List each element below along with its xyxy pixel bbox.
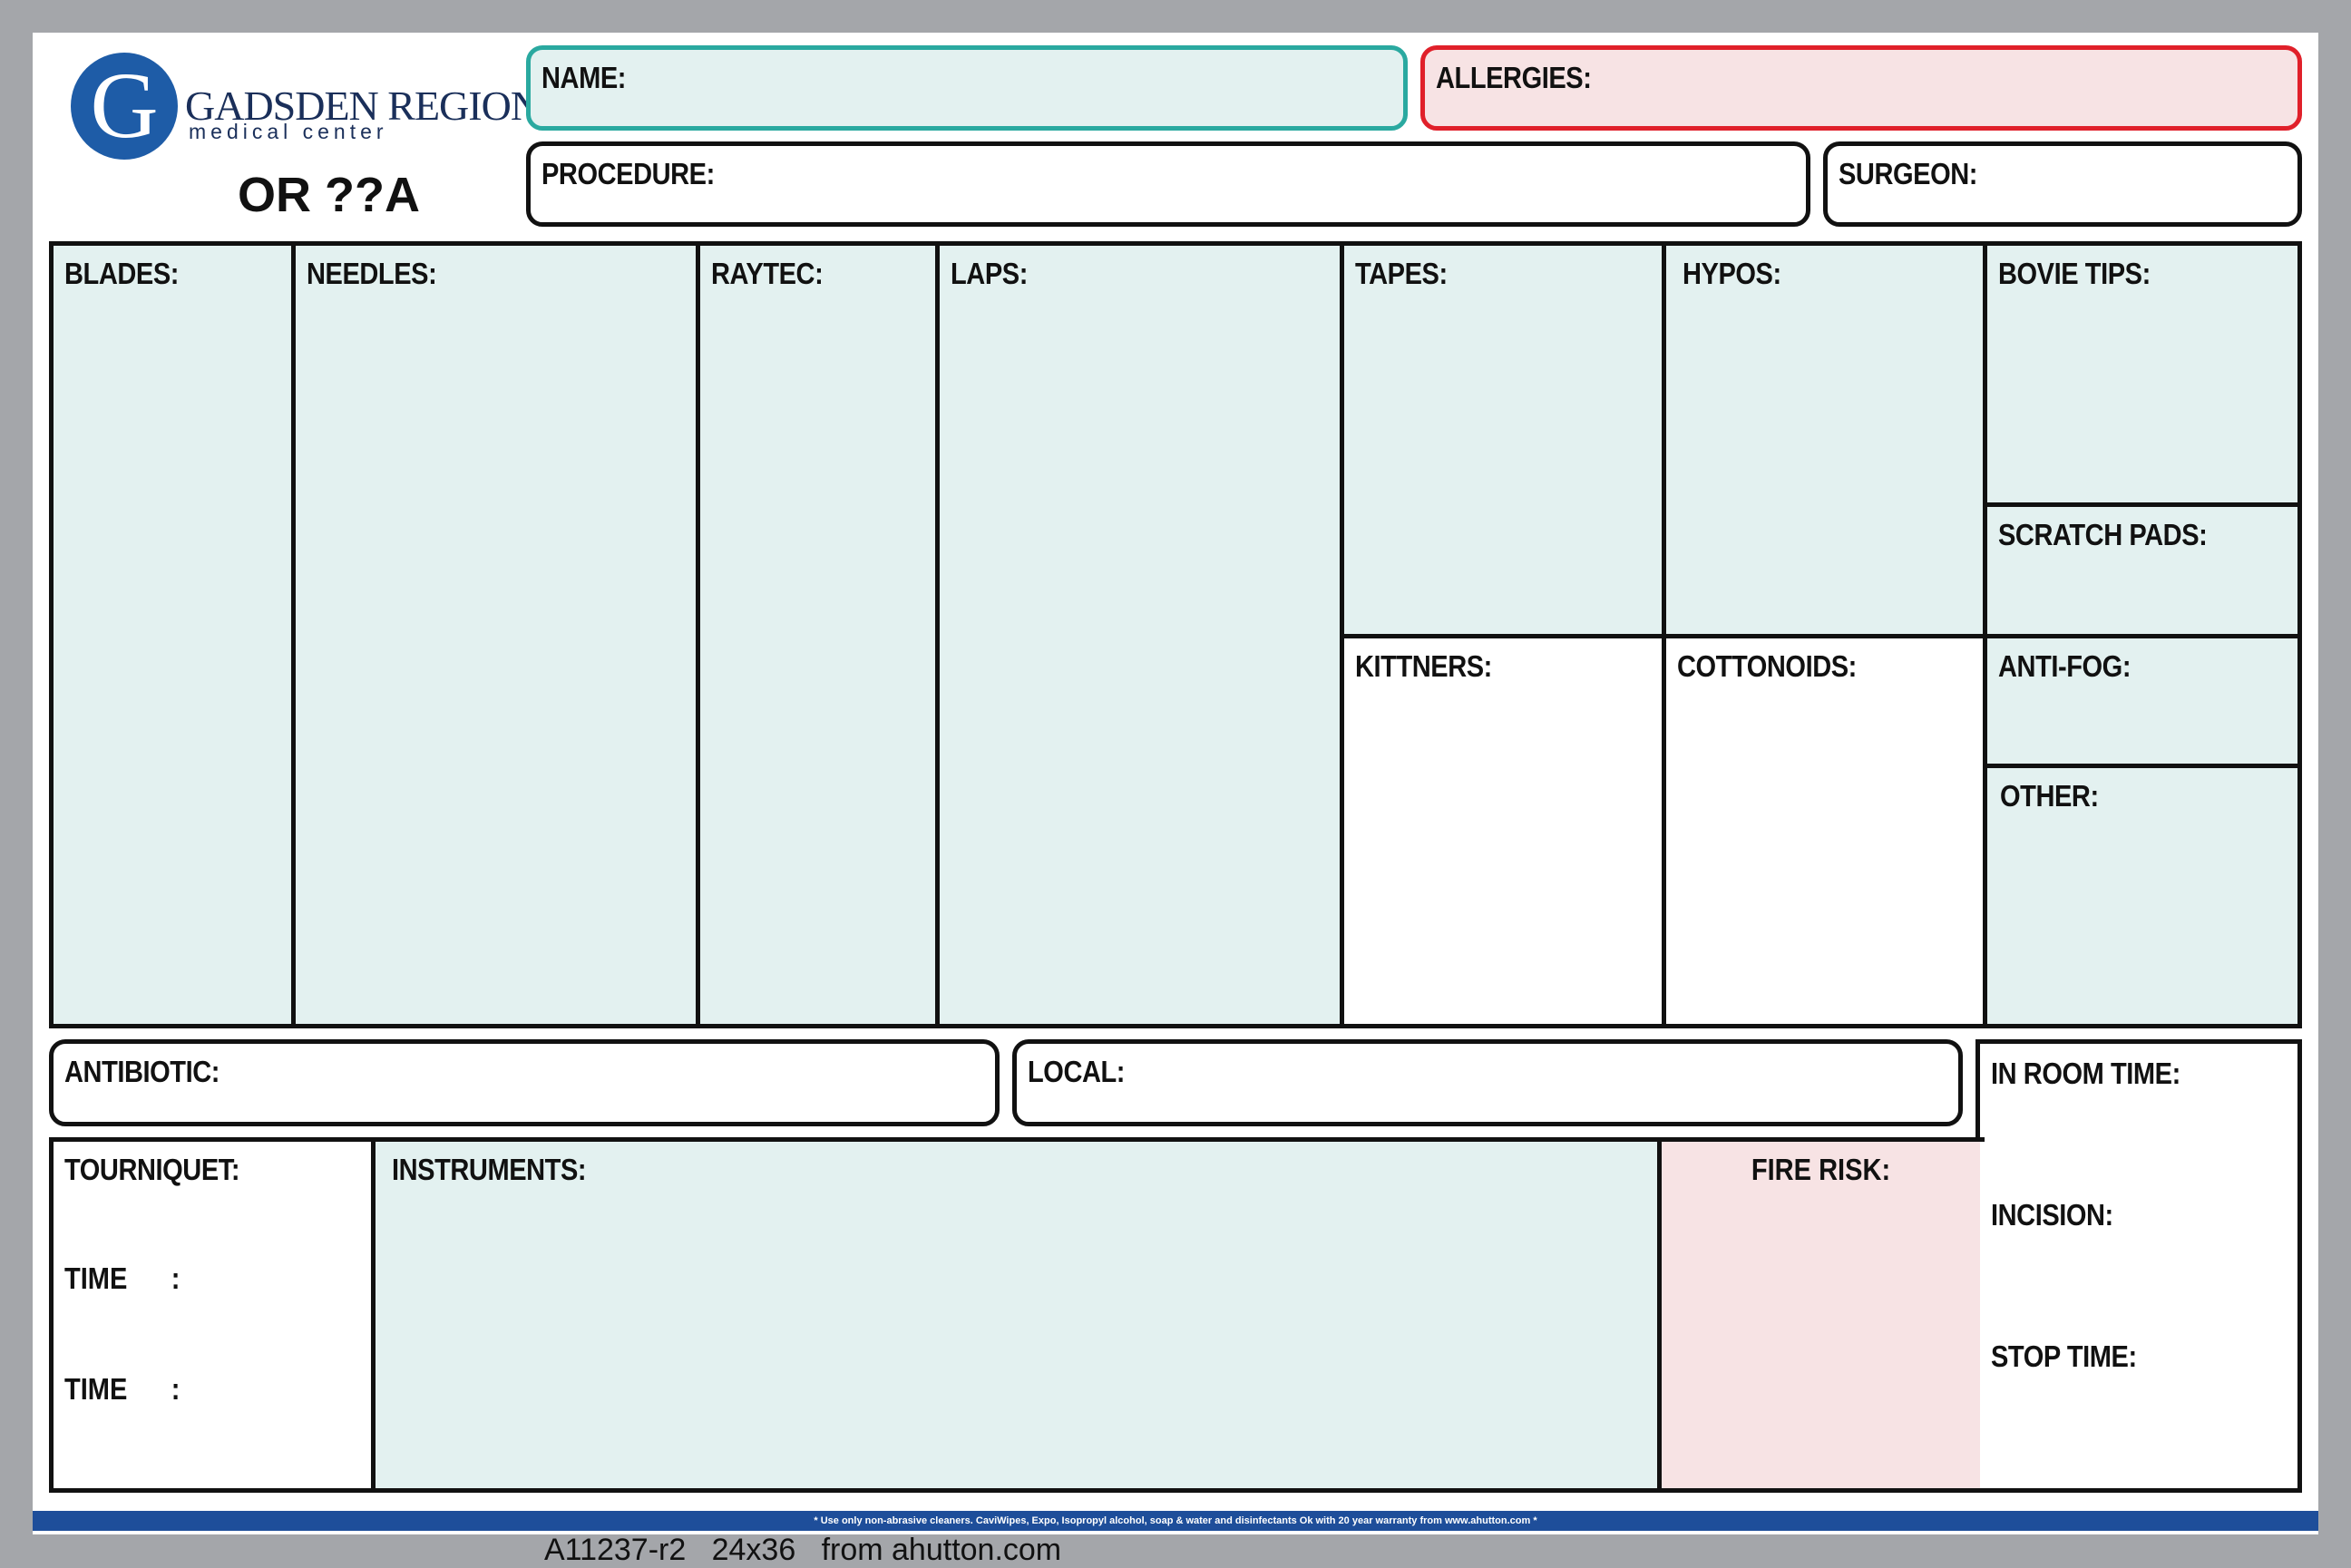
- procedure-field[interactable]: PROCEDURE:: [526, 141, 1810, 227]
- local-label: LOCAL:: [1028, 1055, 1126, 1088]
- lower-grid: TOURNIQUET: TIME : TIME : INSTRUMENTS: F…: [49, 1137, 1985, 1493]
- bovie-tips-label: BOVIE TIPS:: [1998, 257, 2151, 290]
- name-field[interactable]: NAME:: [526, 45, 1408, 131]
- times-box[interactable]: IN ROOM TIME: INCISION: STOP TIME:: [1975, 1039, 2302, 1493]
- needles-cell[interactable]: NEEDLES:: [296, 246, 696, 1024]
- in-room-time-label: IN ROOM TIME:: [1991, 1057, 2180, 1090]
- tapes-cell[interactable]: TAPES:: [1344, 246, 1662, 634]
- grid-divider: [935, 246, 940, 1024]
- kittners-cell[interactable]: KITTNERS:: [1344, 638, 1662, 1024]
- footer-care-note: * Use only non-abrasive cleaners. CaviWi…: [33, 1511, 2318, 1531]
- product-code: A11237-r2 24x36 from ahutton.com: [544, 1533, 1062, 1567]
- instruments-label: INSTRUMENTS:: [392, 1153, 587, 1186]
- hypos-cell[interactable]: HYPOS:: [1666, 246, 1983, 634]
- grid-divider: [696, 246, 700, 1024]
- scratch-pads-cell[interactable]: SCRATCH PADS:: [1987, 507, 2297, 634]
- scratch-pads-label: SCRATCH PADS:: [1998, 518, 2208, 551]
- allergies-field[interactable]: ALLERGIES:: [1420, 45, 2302, 131]
- tourniquet-label: TOURNIQUET:: [64, 1153, 240, 1186]
- anti-fog-cell[interactable]: ANTI-FOG:: [1987, 638, 2297, 764]
- room-title: OR ??A: [238, 168, 420, 222]
- raytec-cell[interactable]: RAYTEC:: [700, 246, 935, 1024]
- logo-subtitle: medical center: [189, 120, 388, 143]
- whiteboard: G GADSDEN REGIONAL medical center OR ??A…: [33, 33, 2318, 1534]
- surgeon-field[interactable]: SURGEON:: [1823, 141, 2302, 227]
- tourniquet-time-1: TIME :: [64, 1261, 180, 1295]
- tourniquet-cell[interactable]: TOURNIQUET: TIME : TIME :: [54, 1142, 371, 1488]
- grid-divider: [1983, 502, 2297, 507]
- tapes-label: TAPES:: [1355, 257, 1448, 290]
- kittners-label: KITTNERS:: [1355, 649, 1492, 683]
- other-cell[interactable]: OTHER:: [1987, 768, 2297, 1024]
- grid-divider: [1983, 764, 2297, 768]
- bovie-tips-cell[interactable]: BOVIE TIPS:: [1987, 246, 2297, 502]
- counts-grid: BLADES: NEEDLES: RAYTEC: LAPS: TAPES: HY…: [49, 241, 2302, 1028]
- antibiotic-field[interactable]: ANTIBIOTIC:: [49, 1039, 1000, 1126]
- anti-fog-label: ANTI-FOG:: [1998, 649, 2132, 683]
- fire-risk-label: FIRE RISK:: [1751, 1153, 1891, 1186]
- blades-cell[interactable]: BLADES:: [54, 246, 291, 1024]
- name-label: NAME:: [541, 61, 626, 94]
- fire-risk-cell[interactable]: FIRE RISK:: [1662, 1142, 1980, 1488]
- antibiotic-label: ANTIBIOTIC:: [64, 1055, 219, 1088]
- cottonoids-label: COTTONOIDS:: [1677, 649, 1857, 683]
- grid-divider: [291, 246, 296, 1024]
- instruments-cell[interactable]: INSTRUMENTS:: [376, 1142, 1657, 1488]
- allergies-label: ALLERGIES:: [1436, 61, 1592, 94]
- surgeon-label: SURGEON:: [1839, 157, 1977, 190]
- needles-label: NEEDLES:: [307, 257, 437, 290]
- blades-label: BLADES:: [64, 257, 179, 290]
- logo-circle-icon: G: [71, 53, 178, 160]
- tourniquet-time-2: TIME :: [64, 1372, 180, 1406]
- laps-cell[interactable]: LAPS:: [940, 246, 1340, 1024]
- other-label: OTHER:: [2000, 779, 2099, 813]
- procedure-label: PROCEDURE:: [541, 157, 715, 190]
- local-field[interactable]: LOCAL:: [1012, 1039, 1963, 1126]
- grid-divider: [1340, 634, 2297, 638]
- cottonoids-cell[interactable]: COTTONOIDS:: [1666, 638, 1983, 1024]
- incision-label: INCISION:: [1991, 1198, 2113, 1232]
- logo-letter: G: [90, 54, 159, 158]
- raytec-label: RAYTEC:: [711, 257, 824, 290]
- stop-time-label: STOP TIME:: [1991, 1339, 2137, 1373]
- laps-label: LAPS:: [951, 257, 1028, 290]
- hypos-label: HYPOS:: [1683, 257, 1781, 290]
